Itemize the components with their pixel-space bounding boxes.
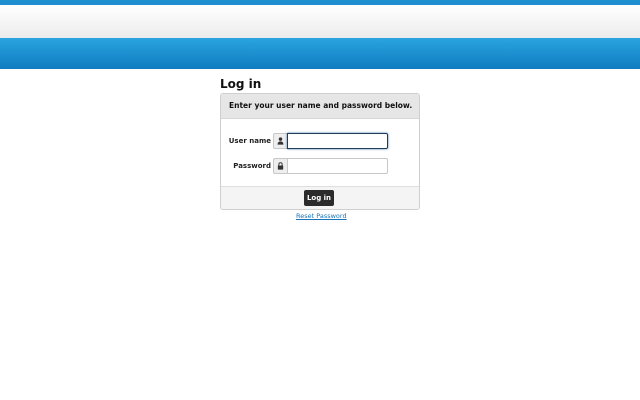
reset-password-link[interactable]: Reset Password [296,212,347,220]
username-label: User name [228,137,271,145]
username-row: User name [221,133,419,149]
username-input[interactable] [287,133,388,149]
password-label: Password [233,162,271,170]
header-banner [0,5,640,38]
login-panel: Enter your user name and password below.… [220,93,420,210]
login-instructions: Enter your user name and password below. [221,94,419,119]
lock-icon [273,158,287,174]
login-panel-footer: Log in [221,186,419,209]
page-title: Log in [220,77,262,91]
password-row: Password [221,158,419,174]
password-input[interactable] [287,158,388,174]
login-button[interactable]: Log in [304,190,334,206]
header-nav-band [0,38,640,69]
user-icon [273,133,287,149]
